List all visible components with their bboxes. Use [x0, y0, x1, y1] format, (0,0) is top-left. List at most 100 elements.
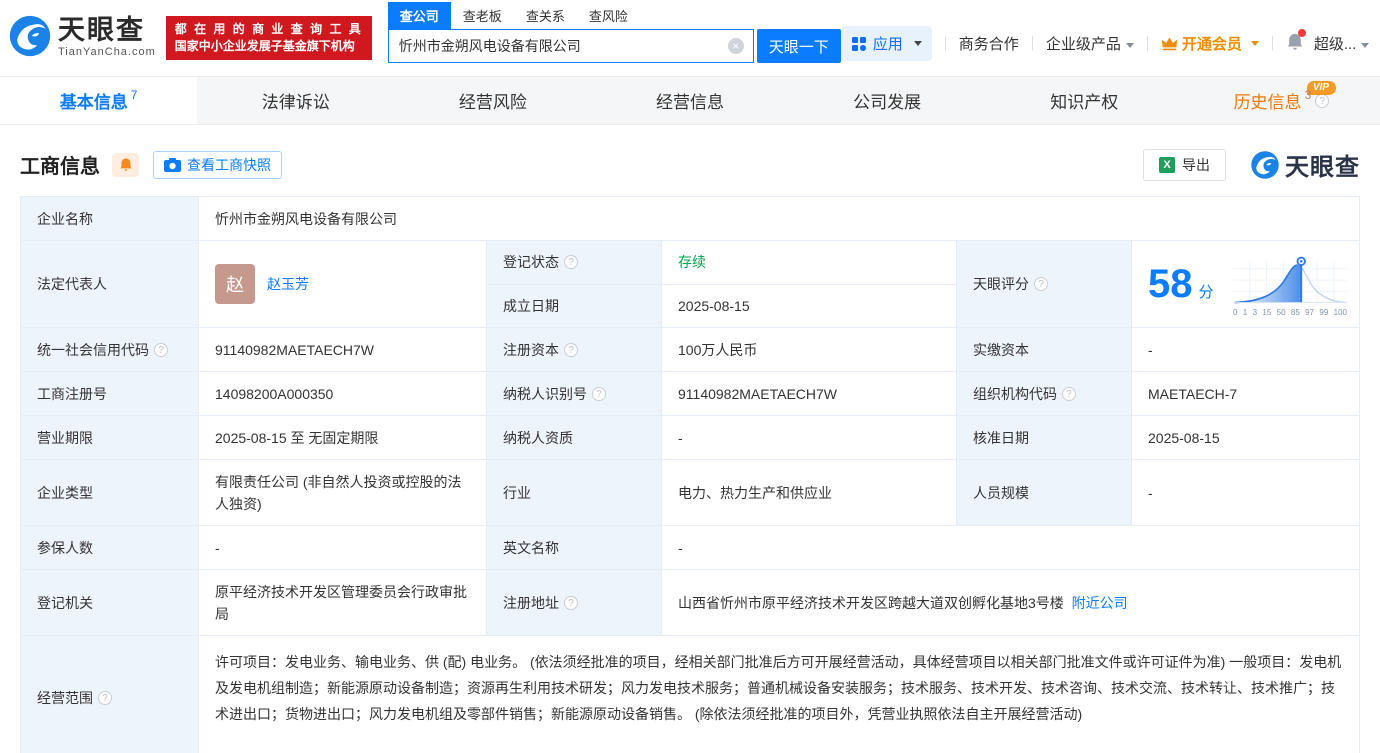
avatar[interactable]: 赵 — [215, 264, 255, 304]
tab-history-info[interactable]: VIP 历史信息3 ? — [1183, 77, 1380, 124]
company-name-label: 企业名称 — [21, 197, 198, 240]
notification-bell-button[interactable] — [1286, 32, 1304, 55]
brand-name: 天眼查 — [1285, 147, 1360, 182]
insured-label: 参保人数 — [21, 526, 198, 569]
reg-capital-label: 注册资本? — [486, 328, 661, 371]
org-code-label: 组织机构代码? — [956, 372, 1131, 415]
nearby-companies-link[interactable]: 附近公司 — [1072, 593, 1128, 613]
est-date-label: 成立日期 — [486, 285, 661, 328]
camera-icon — [164, 158, 181, 172]
staff-size-label: 人员规模 — [956, 460, 1131, 525]
search-tab-boss[interactable]: 查老板 — [451, 2, 514, 29]
tab-legal-proceedings[interactable]: 法律诉讼 — [197, 77, 394, 124]
table-row: 营业期限 2025-08-15 至 无固定期限 纳税人资质 - 核准日期 202… — [21, 416, 1359, 460]
search-box: × — [388, 29, 754, 63]
view-snapshot-button[interactable]: 查看工商快照 — [153, 151, 282, 179]
help-icon[interactable]: ? — [564, 255, 578, 269]
staff-size-value: - — [1131, 460, 1359, 525]
export-button[interactable]: X 导出 — [1143, 149, 1226, 181]
tab-intellectual-property[interactable]: 知识产权 — [986, 77, 1183, 124]
help-icon[interactable]: ? — [98, 691, 112, 705]
address-text: 山西省忻州市原平经济技术开发区跨越大道双创孵化基地3号楼 — [678, 593, 1064, 613]
label-text: 组织机构代码 — [973, 384, 1057, 404]
label-text: 经营范围 — [37, 688, 93, 708]
tianyancha-logo[interactable]: 天眼查 TianYanCha.com — [8, 14, 156, 58]
nav-enterprise-products[interactable]: 企业级产品 — [1046, 33, 1134, 54]
score-distribution-chart[interactable]: 0131550859799100 — [1231, 252, 1349, 317]
tab-label: 法律诉讼 — [262, 88, 330, 113]
legal-rep-link[interactable]: 赵玉芳 — [267, 274, 309, 294]
monitor-bell-button[interactable] — [112, 153, 139, 177]
taxpayer-qual-value: - — [661, 416, 956, 459]
bell-icon — [119, 157, 133, 172]
reg-no-label: 工商注册号 — [21, 372, 198, 415]
logo-text: 天眼查 TianYanCha.com — [58, 15, 156, 58]
tab-basic-info[interactable]: 基本信息7 — [0, 77, 197, 124]
reg-authority-label: 登记机关 — [21, 570, 198, 635]
reg-capital-value: 100万人民币 — [661, 328, 956, 371]
excel-icon: X — [1159, 157, 1175, 173]
help-icon[interactable]: ? — [592, 387, 606, 401]
label-text: 英文名称 — [503, 538, 559, 558]
english-name-label: 英文名称 — [486, 526, 661, 569]
label-text: 登记状态 — [503, 252, 559, 272]
apps-label: 应用 — [873, 33, 903, 54]
tab-count: 7 — [131, 88, 138, 102]
score-unit: 分 — [1199, 281, 1214, 302]
notification-dot — [1298, 29, 1306, 37]
tab-label: 公司发展 — [853, 88, 921, 113]
paid-capital-value: - — [1131, 328, 1359, 371]
search-tab-company[interactable]: 查公司 — [388, 2, 451, 29]
divider — [945, 36, 946, 51]
open-vip-button[interactable]: 开通会员 — [1161, 33, 1259, 54]
reg-status-label: 登记状态? — [486, 241, 661, 284]
help-icon[interactable]: ? — [1315, 94, 1329, 108]
scope-label: 经营范围? — [21, 636, 198, 753]
tianyancha-logo-icon — [8, 14, 52, 58]
section-header: 工商信息 查看工商快照 X 导出 天眼查 — [20, 125, 1360, 196]
tab-business-info[interactable]: 经营信息 — [591, 77, 788, 124]
snapshot-label: 查看工商快照 — [187, 155, 271, 175]
approval-date-label: 核准日期 — [956, 416, 1131, 459]
help-icon[interactable]: ? — [1034, 277, 1048, 291]
slogan-line1: 都 在 用 的 商 业 查 询 工 具 — [175, 21, 363, 38]
english-name-value: - — [661, 526, 1359, 569]
help-icon[interactable]: ? — [154, 343, 168, 357]
help-icon[interactable]: ? — [564, 343, 578, 357]
est-date-value: 2025-08-15 — [661, 285, 956, 328]
chart-axis-ticks: 0131550859799100 — [1231, 308, 1349, 317]
label-text: 天眼评分 — [973, 274, 1029, 294]
chevron-down-icon — [1361, 43, 1369, 48]
label-text: 纳税人识别号 — [503, 384, 587, 404]
search-tab-risk[interactable]: 查风险 — [577, 2, 640, 29]
user-menu[interactable]: 超级... — [1314, 33, 1370, 54]
table-row: 登记机关 原平经济技术开发区管理委员会行政审批局 注册地址? 山西省忻州市原平经… — [21, 570, 1359, 636]
table-subrow: 成立日期 2025-08-15 — [486, 285, 956, 328]
search-tab-relation[interactable]: 查关系 — [514, 2, 577, 29]
label-text: 法定代表人 — [37, 274, 107, 294]
tab-label: 历史信息 — [1234, 88, 1302, 113]
nav-business-cooperation[interactable]: 商务合作 — [959, 33, 1019, 54]
label-text: 纳税人资质 — [503, 428, 573, 448]
search-button[interactable]: 天眼一下 — [757, 29, 841, 63]
uscc-label: 统一社会信用代码? — [21, 328, 198, 371]
paid-capital-label: 实缴资本 — [956, 328, 1131, 371]
help-icon[interactable]: ? — [564, 596, 578, 610]
status-date-group: 登记状态? 存续 成立日期 2025-08-15 — [486, 241, 956, 327]
search-row: × 天眼一下 — [388, 29, 841, 63]
brand-watermark: 天眼查 — [1250, 147, 1360, 182]
tab-label: 经营信息 — [656, 88, 724, 113]
label-text: 注册资本 — [503, 340, 559, 360]
help-icon[interactable]: ? — [1062, 387, 1076, 401]
apps-menu-button[interactable]: 应用 — [841, 26, 932, 61]
clear-icon[interactable]: × — [728, 38, 744, 54]
tab-operational-risk[interactable]: 经营风险 — [394, 77, 591, 124]
search-input[interactable] — [388, 29, 754, 63]
main-content: 工商信息 查看工商快照 X 导出 天眼查 — [0, 125, 1380, 753]
approval-date-value: 2025-08-15 — [1131, 416, 1359, 459]
section-tabbar: 基本信息7 法律诉讼 经营风险 经营信息 公司发展 知识产权 VIP 历史信息3… — [0, 76, 1380, 125]
industry-value: 电力、热力生产和供应业 — [661, 460, 956, 525]
legal-rep-label: 法定代表人 — [21, 241, 198, 327]
tab-company-development[interactable]: 公司发展 — [789, 77, 986, 124]
table-row: 企业类型 有限责任公司 (非自然人投资或控股的法人独资) 行业 电力、热力生产和… — [21, 460, 1359, 526]
